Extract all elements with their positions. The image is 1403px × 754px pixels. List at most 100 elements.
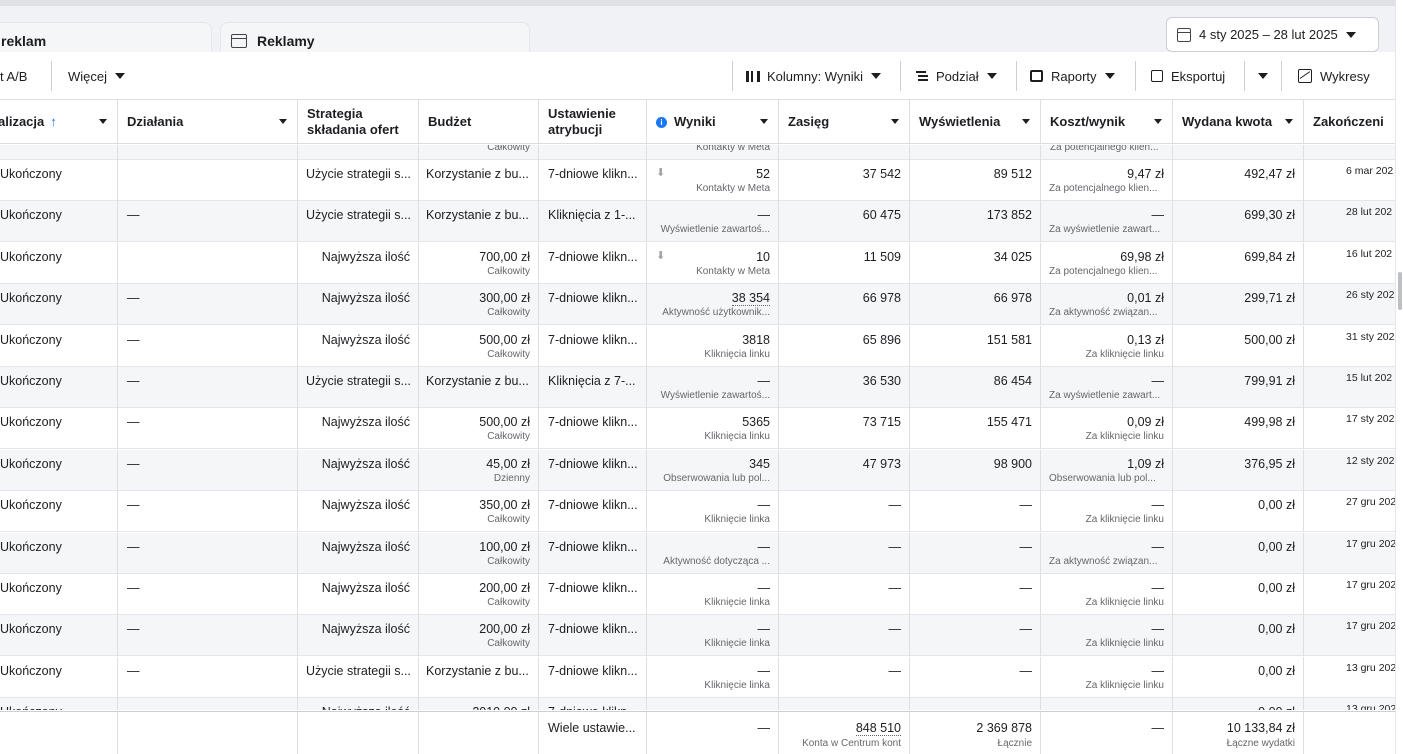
column-header-budget[interactable]: Budżet [419,100,539,144]
amount-spent: 299,71 zł [1244,291,1295,306]
more-button[interactable]: Więcej [60,61,133,91]
header-label: Strategia składania ofert [307,106,399,137]
column-header-ends[interactable]: Zakończeni [1304,100,1403,144]
chevron-down-icon[interactable] [1285,119,1293,124]
column-header-impressions[interactable]: Wyświetlenia [910,100,1041,144]
reports-button[interactable]: Raporty [1022,61,1123,91]
cell-bid: Użycie strategii s... [298,656,419,698]
export-button[interactable]: Eksportuj [1143,61,1233,91]
table-row[interactable]: Ukończony Użycie strategii s... Korzystani… [0,160,1395,201]
cell-budget: 200,00 zł Całkowity [419,615,539,657]
cell-cost: 0,13 zł Za kliknięcie linku [1041,325,1173,367]
chevron-down-icon [1104,73,1115,79]
export-menu-button[interactable] [1248,61,1276,91]
cell-bid: Najwyższa ilość [298,491,419,533]
table-row[interactable]: Ukończony Najwyższa ilość 2010,00 zł 7-dnio… [0,698,1395,710]
budget-value: Korzystanie z bu... [426,663,529,678]
chevron-down-icon[interactable] [279,119,287,124]
ab-test-button[interactable]: t A/B [0,61,35,91]
ab-test-label: t A/B [0,68,28,84]
charts-button[interactable]: Wykresy [1290,61,1378,91]
cell-bid: Najwyższa ilość [298,449,419,491]
column-header-results[interactable]: i Wyniki [647,100,779,144]
table-row[interactable]: Ukończony — Najwyższa ilość 45,00 zł Dzienny… [0,449,1395,491]
table-row[interactable]: Ukończony — Najwyższa ilość 100,00 zł Całkow… [0,532,1395,574]
table-footer-totals: Wiele ustawie... — 848 510 Konta w Centr… [0,711,1395,754]
cell-reach: 60 475 [779,201,910,243]
column-header-attribution[interactable]: Ustawienie atrybucji [539,100,647,144]
cell-reach: — [779,656,910,698]
charts-label: Wykresy [1320,68,1370,84]
cell-spent: 0,00 zł [1173,574,1304,615]
table-row[interactable]: Całkowity Kontakty w Meta Za potencjalne… [0,145,1395,160]
column-header-cost-per-result[interactable]: Koszt/wynik [1041,100,1173,144]
amount-spent: 500,00 zł [1244,332,1295,347]
table-row[interactable]: Ukończony — Najwyższa ilość 200,00 zł Całkow… [0,574,1395,615]
cell-ends [1304,145,1395,160]
attribution-setting: 7-dniowe klikn... [548,249,638,264]
chevron-down-icon[interactable] [891,119,899,124]
columns-label: Kolumny: Wyniki [767,68,863,84]
table-row[interactable]: Ukończony — Najwyższa ilość 300,00 zł Całkow… [0,284,1395,326]
table-row[interactable]: Ukończony — Najwyższa ilość 500,00 zł Całkow… [0,408,1395,450]
table-row[interactable]: Ukończony — Najwyższa ilość 350,00 zł Całkow… [0,491,1395,533]
attribution-setting: 7-dniowe klikn... [548,498,638,513]
actions-value: — [127,539,140,554]
cost-type: Za kliknięcie linku [1085,597,1164,608]
table-row[interactable]: Ukończony — Użycie strategii s... Korzystan… [0,656,1395,698]
date-range-picker[interactable]: 4 sty 2025 – 28 lut 2025 [1166,17,1379,52]
cell-reach [779,698,910,710]
table-row[interactable]: Ukończony — Użycie strategii s... Korzystan… [0,367,1395,408]
cell-status: Ukończony [0,574,118,615]
columns-button[interactable]: Kolumny: Wyniki [738,61,889,91]
table-row[interactable]: Ukończony Najwyższa ilość 700,00 zł Całkowi… [0,242,1395,284]
table-header: alizacja ↑ Działania Strategia składania … [0,100,1395,144]
cell-spent: 500,00 zł [1173,325,1304,367]
impressions-value: 173 852 [986,208,1032,223]
bid-strategy: Najwyższa ilość [321,539,410,554]
amount-spent: 0,00 zł [1258,581,1295,595]
delivery-status: Ukończony [0,291,62,306]
budget-value: Korzystanie z bu... [426,167,529,181]
bid-strategy: Użycie strategii s... [306,663,411,678]
attribution-setting: 7-dniowe klikn... [548,456,638,471]
table-row[interactable]: Ukończony — Najwyższa ilość 200,00 zł Całkow… [0,615,1395,657]
column-header-amount-spent[interactable]: Wydana kwota [1173,100,1304,144]
cell-actions: — [118,408,298,450]
breakdown-button[interactable]: Podział [908,61,1005,91]
cell-ends: 13 gru 202 [1304,657,1395,698]
column-header-reach[interactable]: Zasięg [779,100,910,144]
result-value: — [757,208,771,223]
result-value: 3818 [742,332,770,347]
delivery-status: Ukończony [0,622,62,637]
scrollbar-thumb[interactable] [1398,272,1402,310]
vertical-scrollbar[interactable] [1395,0,1403,754]
cell-impr: 151 581 [910,325,1041,367]
cost-value: — [1151,374,1165,388]
header-label: Ustawienie atrybucji [548,106,616,137]
table-row[interactable]: Ukończony — Użycie strategii s... Korzystan… [0,201,1395,243]
info-icon[interactable]: i [656,116,667,128]
delivery-status: Ukończony [0,208,62,223]
cost-value: 0,09 zł [1127,415,1164,430]
column-header-delivery[interactable]: alizacja ↑ [0,100,118,144]
divider [732,61,733,91]
cost-value: 9,47 zł [1127,167,1164,181]
amount-spent: 0,00 zł [1258,498,1295,513]
chevron-down-icon[interactable] [1022,119,1030,124]
actions-value: — [127,374,140,388]
cell-attr: 7-dniowe klikn... [539,242,647,284]
chevron-down-icon[interactable] [1154,119,1162,124]
cell-attr: 7-dniowe klikn... [539,449,647,491]
chevron-down-icon[interactable] [760,119,768,124]
column-header-actions[interactable]: Działania [118,100,298,144]
table-row[interactable]: Ukończony — Najwyższa ilość 500,00 zł Całkow… [0,325,1395,367]
column-header-bid-strategy[interactable]: Strategia składania ofert [298,100,419,144]
chevron-down-icon[interactable] [99,119,107,124]
cell-ends: 6 mar 202 [1304,160,1395,201]
result-value: 52 [756,167,770,181]
cell-ends: 13 gru 202 [1304,698,1395,710]
cell-bid: Najwyższa ilość [298,408,419,450]
cell-cost: — Za kliknięcie linku [1041,656,1173,698]
footer-spent-label: Łączne wydatki [1226,738,1295,749]
